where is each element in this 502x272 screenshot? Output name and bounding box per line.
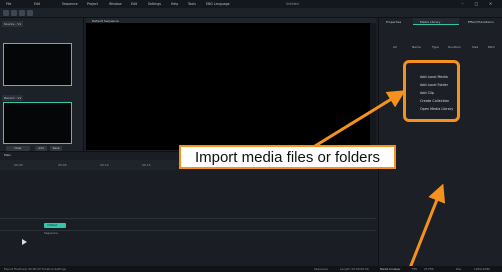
annotation-arrows [314, 90, 446, 269]
status-fps-label: FPS [412, 267, 418, 271]
status-res-label: Res [456, 267, 461, 271]
arrow-to-import-menu [314, 90, 406, 148]
status-fps: 25 FPS [424, 267, 434, 271]
annotation-callout: Import media files or folders [179, 145, 396, 169]
status-bar: Export FileDriver 00:00:00 Timeline Sett… [0, 266, 502, 272]
status-media-browser[interactable]: Media browser [380, 267, 400, 271]
status-left: Export FileDriver 00:00:00 Timeline Sett… [4, 267, 66, 271]
status-length: Length: 00:00:00:00 [340, 267, 369, 271]
callout-text: Import media files or folders [194, 148, 381, 166]
status-resolution: 1920x1080 [474, 267, 490, 271]
arrow-to-media-area [408, 183, 446, 269]
status-sequence: Sequence [314, 267, 328, 271]
